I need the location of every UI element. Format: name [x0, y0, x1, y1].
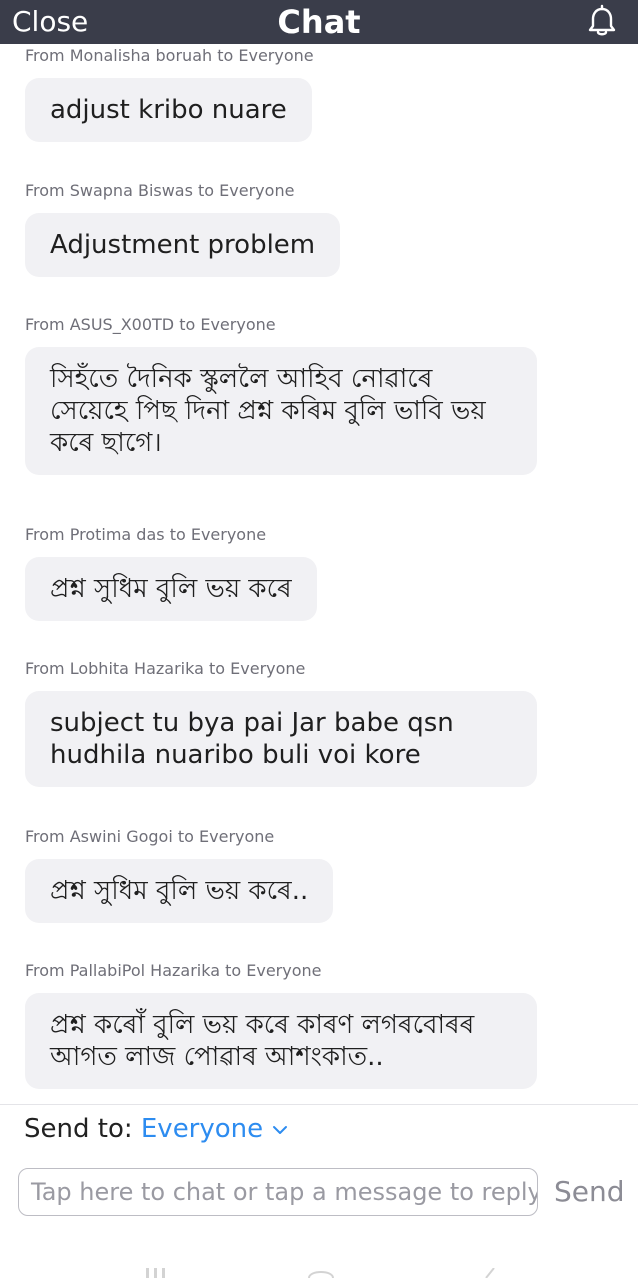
- message-bubble[interactable]: প্ৰশ্ন সুধিম বুলি ভয় কৰে: [25, 557, 317, 621]
- message-item[interactable]: From Lobhita Hazarika to Everyone subjec…: [25, 659, 537, 787]
- message-item[interactable]: From Monalisha boruah to Everyone adjust…: [25, 46, 314, 142]
- composer-divider: [0, 1104, 638, 1105]
- message-text-line: hudhila nuaribo buli voi kore: [50, 740, 421, 770]
- recipient-selector[interactable]: Everyone: [141, 1114, 290, 1144]
- home-icon[interactable]: [306, 1268, 336, 1278]
- message-item[interactable]: From PallabiPol Hazarika to Everyone প্ৰ…: [25, 961, 537, 1089]
- message-text-line: সেয়েহে পিছ দিনা প্ৰশ্ন কৰিম বুলি ভাবি ভ…: [50, 396, 486, 426]
- message-text-line: প্ৰশ্ন কৰোঁ বুলি ভয় কৰে কাৰণ লগৰবোৰৰ: [50, 1010, 475, 1040]
- message-text-line: প্ৰশ্ন সুধিম বুলি ভয় কৰে: [50, 574, 292, 604]
- message-sender: From Aswini Gogoi to Everyone: [25, 827, 275, 846]
- send-to-label: Send to:: [24, 1114, 133, 1144]
- back-icon[interactable]: [478, 1268, 498, 1278]
- message-sender: From Swapna Biswas to Everyone: [25, 181, 295, 200]
- message-sender: From PallabiPol Hazarika to Everyone: [25, 961, 322, 980]
- message-bubble[interactable]: প্ৰশ্ন সুধিম বুলি ভয় কৰে..: [25, 859, 334, 923]
- message-bubble[interactable]: প্ৰশ্ন কৰোঁ বুলি ভয় কৰে কাৰণ লগৰবোৰৰ আগ…: [25, 993, 537, 1089]
- bell-icon[interactable]: [584, 4, 620, 40]
- message-list[interactable]: From Monalisha boruah to Everyone adjust…: [0, 44, 638, 1104]
- message-text-line: কৰে ছাগে।: [50, 428, 162, 458]
- message-bubble[interactable]: সিহঁতে দৈনিক স্কুললৈ আহিব নোৱাৰে সেয়েহে…: [25, 347, 537, 475]
- message-text-line: Adjustment problem: [50, 230, 316, 260]
- message-text-line: প্ৰশ্ন সুধিম বুলি ভয় কৰে..: [50, 876, 309, 906]
- message-sender: From Lobhita Hazarika to Everyone: [25, 659, 306, 678]
- send-button[interactable]: Send: [554, 1172, 625, 1212]
- message-sender: From ASUS_X00TD to Everyone: [25, 315, 276, 334]
- message-text-line: আগত লাজ পোৱাৰ আশংকাত..: [50, 1042, 384, 1072]
- message-text-line: সিহঁতে দৈনিক স্কুললৈ আহিব নোৱাৰে: [50, 364, 433, 394]
- message-item[interactable]: From Protima das to Everyone প্ৰশ্ন সুধি…: [25, 525, 317, 621]
- message-item[interactable]: From Swapna Biswas to Everyone Adjustmen…: [25, 181, 341, 277]
- system-nav-bar: [0, 1262, 638, 1280]
- message-bubble[interactable]: subject tu bya pai Jar babe qsn hudhila …: [25, 691, 537, 787]
- recipient-label: Everyone: [140, 1114, 264, 1144]
- message-item[interactable]: From ASUS_X00TD to Everyone সিহঁতে দৈনিক…: [25, 315, 537, 475]
- message-text-line: adjust kribo nuare: [50, 95, 287, 125]
- chat-screen: Close Chat From Monalisha boruah to Ever…: [0, 0, 638, 1280]
- message-text-line: subject tu bya pai Jar babe qsn: [50, 708, 454, 738]
- chat-input[interactable]: Tap here to chat or tap a message to rep…: [18, 1168, 538, 1216]
- message-bubble[interactable]: adjust kribo nuare: [25, 78, 312, 142]
- page-title: Chat: [277, 3, 361, 41]
- message-item[interactable]: From Aswini Gogoi to Everyone প্ৰশ্ন সুধ…: [25, 827, 334, 923]
- message-bubble[interactable]: Adjustment problem: [25, 213, 341, 277]
- send-to-row: Send to: Everyone: [24, 1112, 289, 1146]
- top-bar: Close Chat: [0, 0, 638, 44]
- message-sender: From Protima das to Everyone: [25, 525, 267, 544]
- chevron-down-icon: [273, 1125, 288, 1134]
- recent-apps-icon[interactable]: [142, 1268, 170, 1278]
- message-sender: From Monalisha boruah to Everyone: [25, 46, 314, 65]
